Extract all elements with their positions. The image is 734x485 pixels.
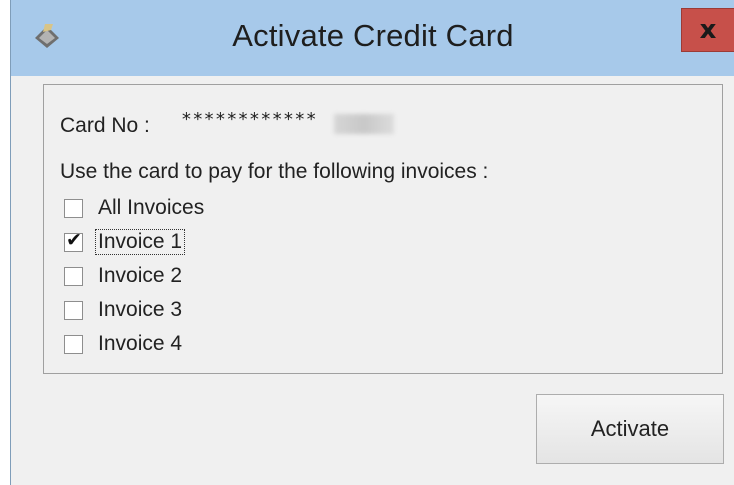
checkbox-box[interactable]: ✔ (64, 229, 83, 252)
checkbox-box[interactable] (64, 266, 83, 286)
card-number-value: ************ (181, 109, 318, 130)
checkbox-box[interactable] (64, 198, 83, 218)
activate-button[interactable]: Activate (536, 394, 724, 464)
checkbox-invoice-1[interactable]: ✔ Invoice 1 (64, 229, 186, 255)
card-number-redaction (334, 114, 394, 134)
title-bar[interactable]: Activate Credit Card x (11, 0, 734, 76)
checkbox-all-invoices[interactable]: All Invoices (64, 195, 206, 221)
invoice-instruction-label: Use the card to pay for the following in… (60, 160, 489, 183)
close-button[interactable]: x (681, 8, 734, 52)
checkbox-invoice-4[interactable]: Invoice 4 (64, 331, 184, 357)
window-title: Activate Credit Card (232, 18, 514, 53)
checkmark-icon: ✔ (66, 228, 82, 251)
checkbox-box[interactable] (64, 300, 83, 320)
checkbox-invoice-3[interactable]: Invoice 3 (64, 297, 184, 323)
close-icon: x (699, 15, 717, 45)
checkbox-label: Invoice 4 (98, 332, 183, 355)
checkbox-label: Invoice 3 (98, 298, 183, 321)
checkbox-label: Invoice 2 (98, 264, 183, 287)
dialog-body: Card No : ************ Use the card to p… (11, 76, 734, 485)
checkbox-box[interactable] (64, 334, 83, 354)
card-number-label: Card No : (60, 114, 150, 137)
checkbox-invoice-2[interactable]: Invoice 2 (64, 263, 184, 289)
checkbox-label: Invoice 1 (94, 229, 186, 255)
invoice-group-box: Card No : ************ Use the card to p… (43, 84, 723, 374)
activate-credit-card-dialog: Activate Credit Card x Card No : *******… (10, 0, 734, 485)
checkbox-label: All Invoices (98, 196, 205, 219)
